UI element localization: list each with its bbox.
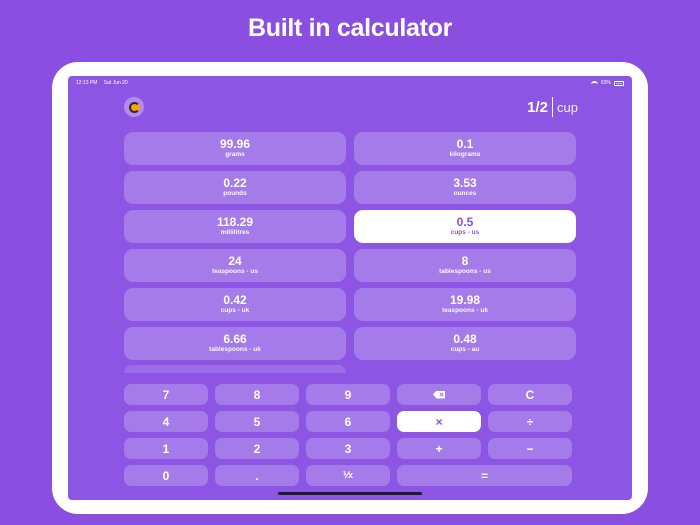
conversion-unit: cups - uk — [220, 307, 250, 314]
conversion-grid: 99.96 grams 0.1 kilograms 0.22 pounds 3.… — [124, 132, 576, 360]
amount-unit: cup — [557, 99, 578, 115]
conversion-tile-cups-us-selected[interactable]: 0.5 cups - us — [354, 210, 576, 243]
conversion-tile-millilitres[interactable]: 118.29 millilitres — [124, 210, 346, 243]
conversion-unit: tablespoons - uk — [209, 346, 261, 353]
conversion-tile-tablespoons-us[interactable]: 8 tablespoons - us — [354, 249, 576, 282]
conversion-value: 0.48 — [453, 332, 477, 346]
battery-icon — [614, 80, 624, 86]
status-bar: 12:13 PM Sat Jun 20 83% — [76, 78, 624, 88]
key-3[interactable]: 3 — [306, 438, 390, 459]
equals-button[interactable]: = — [397, 465, 572, 486]
conversion-unit: cups - au — [450, 346, 480, 353]
avatar-icon — [128, 101, 140, 113]
marketing-headline: Built in calculator — [247, 14, 453, 42]
key-1[interactable]: 1 — [124, 438, 208, 459]
wifi-icon — [590, 80, 598, 86]
clear-button[interactable]: C — [488, 384, 572, 405]
conversion-unit: millilitres — [220, 229, 250, 236]
home-indicator[interactable] — [278, 492, 422, 495]
conversion-tile-kilograms[interactable]: 0.1 kilograms — [354, 132, 576, 165]
conversion-tile-teaspoons-us[interactable]: 24 teaspoons - us — [124, 249, 346, 282]
conversion-value: 8 — [461, 254, 469, 268]
decimal-button[interactable]: . — [215, 465, 299, 486]
reciprocal-label: ⅟x — [342, 470, 354, 480]
conversion-unit: teaspoons - uk — [442, 307, 488, 314]
conversion-unit: kilograms — [449, 151, 481, 158]
battery-percent: 83% — [600, 80, 611, 86]
conversion-value: 0.22 — [223, 176, 247, 190]
conversion-value: 118.29 — [216, 215, 254, 229]
calculator-keypad: 7 8 9 C 4 5 6 × ÷ 1 2 3 + − 0 . ⅟x = — [124, 384, 576, 486]
minus-button[interactable]: − — [488, 438, 572, 459]
conversion-unit: tablespoons - us — [439, 268, 491, 275]
conversion-tile-cups-uk[interactable]: 0.42 cups - uk — [124, 288, 346, 321]
key-2[interactable]: 2 — [215, 438, 299, 459]
key-5[interactable]: 5 — [215, 411, 299, 432]
conversion-value: 0.5 — [456, 215, 474, 229]
amount-quantity: 1/2 — [527, 98, 549, 116]
status-time: 12:13 PM — [76, 80, 98, 86]
conversion-tile-grams[interactable]: 99.96 grams — [124, 132, 346, 165]
conversion-value: 24 — [228, 254, 242, 268]
conversion-tile-ounces[interactable]: 3.53 ounces — [354, 171, 576, 204]
conversion-unit: ounces — [453, 190, 477, 197]
conversion-value: 3.53 — [453, 176, 477, 190]
backspace-button[interactable] — [397, 384, 481, 405]
conversion-tile-teaspoons-uk[interactable]: 19.98 teaspoons - uk — [354, 288, 576, 321]
conversion-value: 6.66 — [223, 332, 247, 346]
key-8[interactable]: 8 — [215, 384, 299, 405]
conversion-unit: cups - us — [450, 229, 480, 236]
profile-avatar-button[interactable] — [124, 97, 144, 117]
scroll-peek-tile — [124, 365, 346, 373]
plus-button[interactable]: + — [397, 438, 481, 459]
key-6[interactable]: 6 — [306, 411, 390, 432]
conversion-tile-cups-au[interactable]: 0.48 cups - au — [354, 327, 576, 360]
app-screen: 12:13 PM Sat Jun 20 83% 1/2 cup 99.96 gr… — [68, 76, 632, 500]
divide-button[interactable]: ÷ — [488, 411, 572, 432]
conversion-unit: grams — [225, 151, 245, 158]
conversion-value: 99.96 — [219, 137, 251, 151]
reciprocal-button[interactable]: ⅟x — [306, 465, 390, 486]
conversion-value: 0.1 — [456, 137, 474, 151]
key-0[interactable]: 0 — [124, 465, 208, 486]
conversion-value: 19.98 — [449, 293, 481, 307]
amount-display[interactable]: 1/2 cup — [527, 97, 578, 117]
multiply-button-selected[interactable]: × — [397, 411, 481, 432]
text-cursor — [552, 97, 554, 117]
conversion-tile-tablespoons-uk[interactable]: 6.66 tablespoons - uk — [124, 327, 346, 360]
key-9[interactable]: 9 — [306, 384, 390, 405]
key-4[interactable]: 4 — [124, 411, 208, 432]
conversion-value: 0.42 — [223, 293, 247, 307]
conversion-tile-pounds[interactable]: 0.22 pounds — [124, 171, 346, 204]
conversion-unit: teaspoons - us — [212, 268, 258, 275]
conversion-unit: pounds — [223, 190, 247, 197]
tablet-frame: 12:13 PM Sat Jun 20 83% 1/2 cup 99.96 gr… — [52, 62, 648, 514]
status-date: Sat Jun 20 — [103, 80, 128, 86]
key-7[interactable]: 7 — [124, 384, 208, 405]
backspace-icon — [433, 390, 445, 399]
